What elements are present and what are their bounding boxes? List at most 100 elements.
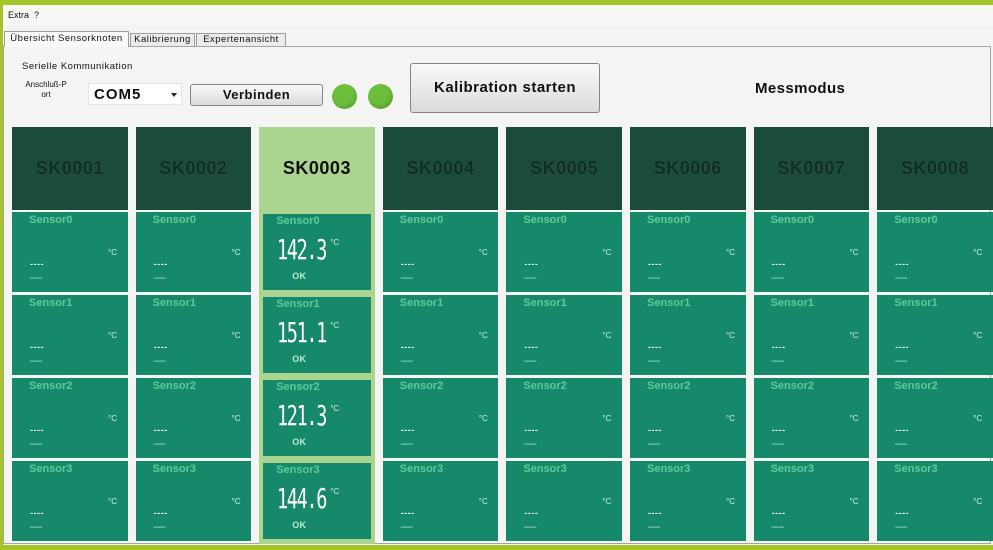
sensor-unit: °C [726,497,735,506]
sensor-node-header[interactable]: SK0006 [630,127,746,210]
sensor-status: — [524,270,537,284]
sensor-label: Sensor2 [894,380,938,392]
sensor-value: ---- [895,508,910,518]
sensor-node-header[interactable]: SK0003 [259,127,375,210]
sensor-cell: Sensor2 °C ---- — [506,378,622,458]
sensor-status: — [30,270,42,284]
sensor-unit: °C [849,414,859,423]
sensor-unit: °C [973,248,983,257]
sensor-unit: °C [726,414,735,423]
port-label-line: Anschluß-P [25,80,67,89]
sensor-node-header[interactable]: SK0007 [753,127,870,210]
sensor-unit: °C [849,331,859,340]
sensor-unit: °C [973,331,983,340]
sensor-node-header[interactable]: SK0005 [506,127,622,210]
sensor-unit: °C [602,331,612,340]
sensor-unit: °C [478,331,488,340]
sensor-status: — [30,436,42,450]
sensor-status: — [648,519,660,533]
sensor-node-header[interactable]: SK0004 [382,127,499,210]
menu-help[interactable]: ? [34,9,39,21]
sensor-unit: °C [602,497,612,506]
sensor-status: — [895,519,908,533]
sensor-unit: °C [108,248,117,257]
sensor-value: ---- [153,425,168,435]
sensor-value: 151.1 [277,316,327,349]
sensor-cell: Sensor0 °C ---- — [135,212,252,292]
sensor-cell: Sensor1 °C ---- — [506,295,622,375]
sensor-cell: Sensor0 °C 142.3 OK [263,214,371,290]
sensor-value: ---- [648,508,662,518]
sensor-cell: Sensor0 °C ---- — [630,212,746,292]
sensor-label: Sensor2 [399,380,444,392]
chevron-down-icon[interactable] [171,93,177,97]
sensor-label: Sensor1 [399,297,444,309]
sensor-label: Sensor1 [523,297,567,309]
sensor-unit: °C [973,414,983,423]
tab-sensor-overview[interactable]: Übersicht Sensorknoten [4,31,129,47]
sensor-status: OK [292,520,307,530]
sensor-label: Sensor2 [276,381,320,393]
sensor-cell: Sensor3 °C ---- — [877,461,993,541]
sensor-value: 121.3 [277,399,327,432]
start-calibration-button[interactable]: Kalibration starten [410,63,600,113]
sensor-value: ---- [895,259,910,269]
sensor-cell: Sensor0 °C ---- — [877,212,993,292]
menu-extra[interactable]: Extra [8,9,29,21]
sensor-unit: °C [726,248,735,257]
sensor-status: — [771,270,784,284]
sensor-unit: °C [726,331,735,340]
sensor-cell: Sensor2 °C ---- — [382,378,499,458]
sensor-unit: °C [108,331,117,340]
status-led-icon [368,84,393,109]
sensor-value: ---- [30,342,44,352]
sensor-node-header[interactable]: SK0008 [877,127,993,210]
sensor-label: Sensor2 [29,380,73,392]
sensor-value: ---- [400,425,415,435]
sensor-label: Sensor1 [894,297,938,309]
sensor-node-column: SK0008 Sensor0 °C ---- — Sensor1 °C ---- — Sensor… [877,127,993,541]
sensor-label: Sensor3 [894,463,938,475]
sensor-label: Sensor3 [399,463,444,475]
sensor-status: — [400,270,413,284]
sensor-status: OK [292,354,307,364]
sensor-cell: Sensor2 °C ---- — [135,378,252,458]
sensor-cell: Sensor1 °C ---- — [12,295,128,375]
sensor-cell: Sensor3 °C ---- — [630,461,746,541]
sensor-value: ---- [771,508,786,518]
sensor-unit: °C [478,414,488,423]
sensor-unit: °C [330,487,340,496]
sensor-value: 142.3 [277,233,327,266]
sensor-unit: °C [478,248,488,257]
sensor-label: Sensor1 [29,297,73,309]
sensor-label: Sensor3 [647,463,691,475]
sensor-value: ---- [648,425,662,435]
sensor-value: ---- [771,425,786,435]
sensor-cell: Sensor3 °C ---- — [382,461,499,541]
sensor-cell: Sensor1 °C ---- — [135,295,252,375]
tab-calibration[interactable]: Kalibrierung [130,33,195,46]
sensor-value: ---- [153,342,168,352]
sensor-status: — [895,353,908,367]
menu-bar: Extra ? [3,5,993,25]
sensor-value: ---- [153,259,168,269]
sensor-node-header[interactable]: SK0002 [135,127,252,210]
sensor-value: ---- [153,508,168,518]
sensor-cell: Sensor1 °C ---- — [877,295,993,375]
sensor-status: — [524,519,537,533]
port-select[interactable]: COM5 [88,83,182,105]
sensor-node-header[interactable]: SK0001 [12,127,128,210]
sensor-status: — [400,436,413,450]
sensor-cell: Sensor2 °C ---- — [630,378,746,458]
sensor-unit: °C [231,248,241,257]
sensor-node-column: SK0004 Sensor0 °C ---- — Sensor1 °C ---- — Sensor… [382,127,499,541]
sensor-cell: Sensor3 °C ---- — [135,461,252,541]
sensor-label: Sensor0 [894,214,938,226]
sensor-value: ---- [648,342,662,352]
sensor-unit: °C [231,331,241,340]
connect-button[interactable]: Verbinden [190,84,323,106]
sensor-status: — [648,436,660,450]
tab-expert-view[interactable]: Expertenansicht [196,33,286,46]
sensor-status: — [30,519,42,533]
sensor-status: — [153,270,166,284]
